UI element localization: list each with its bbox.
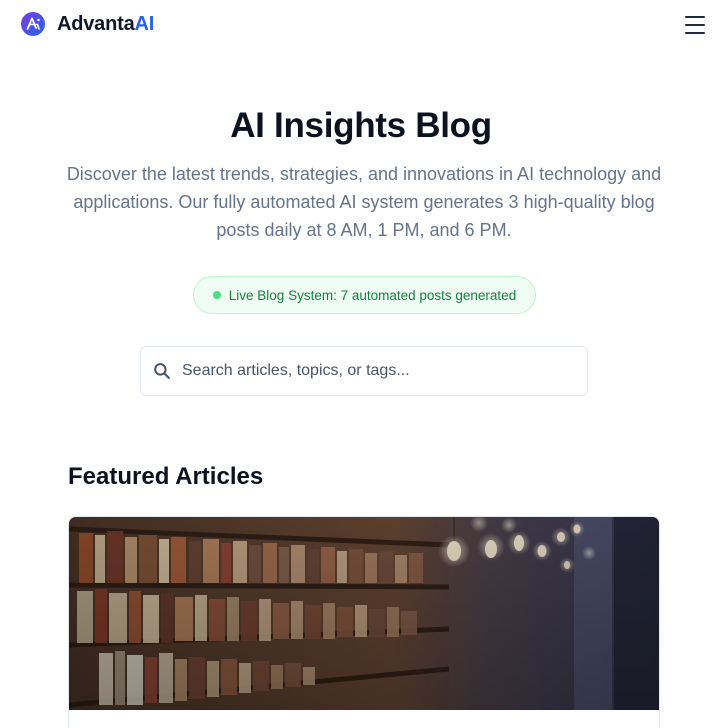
top-navbar: AdvantaAI: [0, 0, 722, 50]
featured-articles-heading: Featured Articles: [68, 463, 264, 490]
menu-line: [685, 32, 705, 34]
page-title: AI Insights Blog: [230, 106, 492, 145]
search-bar[interactable]: [140, 346, 588, 396]
search-icon: [154, 363, 170, 379]
hamburger-menu-icon[interactable]: [683, 14, 707, 36]
brand-name: AdvantaAI: [57, 12, 154, 36]
article-cover-image: [69, 517, 659, 710]
menu-line: [685, 24, 705, 26]
menu-line: [685, 16, 705, 18]
hero-description: Discover the latest trends, strategies, …: [66, 164, 662, 240]
search-input[interactable]: [182, 348, 587, 394]
brand-logo-link[interactable]: AdvantaAI: [21, 12, 154, 36]
brand-name-prefix: Advanta: [57, 13, 135, 35]
live-status-dot-icon: [212, 291, 221, 299]
status-badge: Live Blog System: 7 automated posts gene…: [193, 276, 536, 314]
advanta-logo-icon: [21, 12, 45, 36]
featured-article-card[interactable]: [68, 516, 660, 728]
status-text: Live Blog System: 7 automated posts gene…: [228, 287, 517, 303]
brand-name-suffix: AI: [134, 13, 155, 35]
